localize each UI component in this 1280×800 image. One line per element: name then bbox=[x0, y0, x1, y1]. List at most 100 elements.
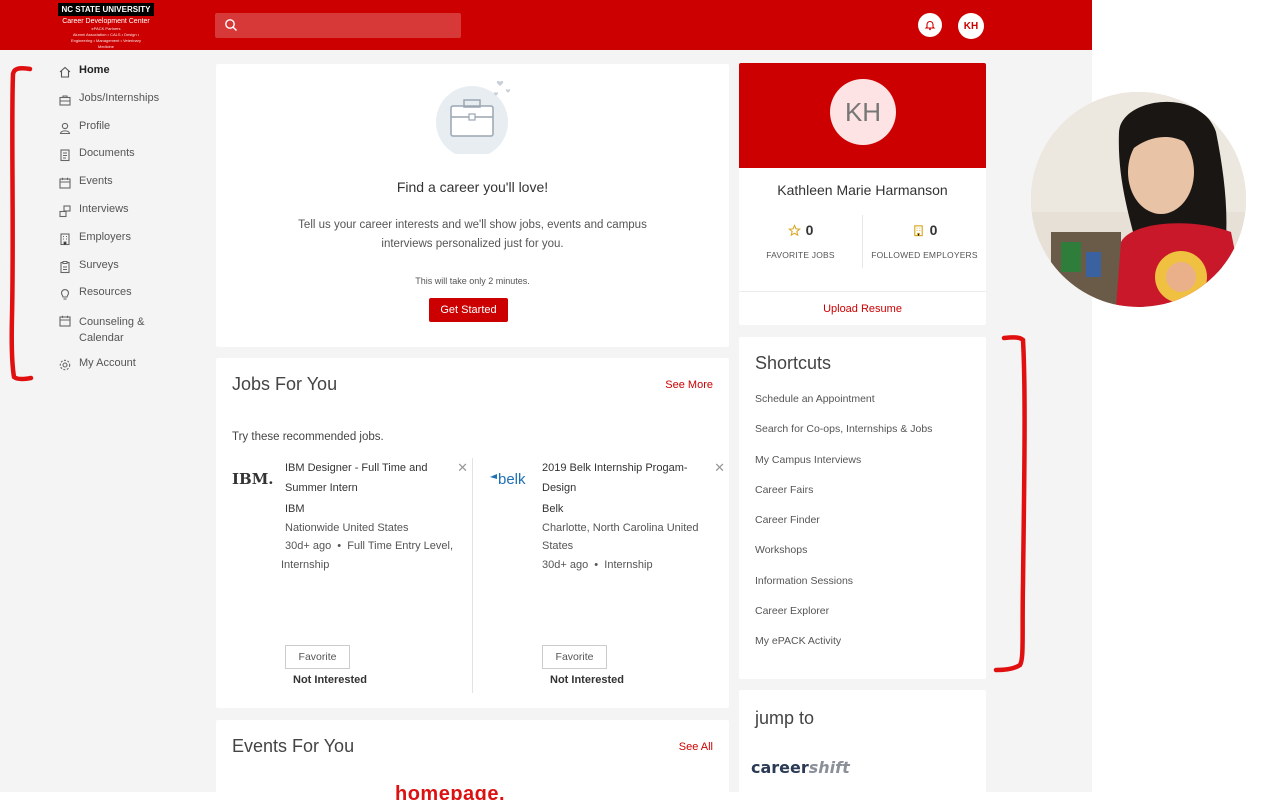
job-posted-type: 30d+ ago • Full Time Entry Level, bbox=[285, 540, 454, 552]
profile-divider bbox=[739, 291, 986, 292]
jobs-for-you-card: Jobs For You See More Try these recommen… bbox=[216, 358, 729, 708]
ncsu-logo[interactable]: NC STATE UNIVERSITY Career Development C… bbox=[58, 3, 154, 49]
bell-icon bbox=[924, 21, 936, 31]
job-meta: IBM Nationwide United States 30d+ ago • … bbox=[281, 500, 465, 574]
jobs-card-title: Jobs For You bbox=[232, 374, 338, 394]
sidebar-item-home[interactable]: Home bbox=[58, 64, 208, 92]
favorite-jobs-count: 0 bbox=[805, 222, 814, 238]
building-icon bbox=[60, 233, 70, 245]
dismiss-job-button[interactable]: ✕ bbox=[714, 460, 725, 476]
lightbulb-icon bbox=[60, 289, 70, 300]
sidebar-item-label: My Account bbox=[79, 357, 136, 370]
person-icon bbox=[59, 122, 71, 134]
sidebar-item-employers[interactable]: Employers bbox=[58, 231, 208, 259]
job-card[interactable]: IBM. ✕ IBM Designer - Full Time and Summ… bbox=[232, 458, 472, 693]
gear-icon bbox=[59, 359, 71, 371]
shortcut-link[interactable]: My ePACK Activity bbox=[755, 635, 932, 665]
notifications-button[interactable] bbox=[918, 13, 942, 37]
events-card-title: Events For You bbox=[232, 736, 355, 756]
sidebar-item-counseling[interactable]: Counseling & Calendar bbox=[58, 314, 208, 357]
shortcut-link[interactable]: My Campus Interviews bbox=[755, 454, 932, 484]
not-interested-button[interactable]: Not Interested bbox=[542, 674, 632, 686]
sidebar-item-label: Home bbox=[79, 64, 110, 76]
see-all-link[interactable]: See All bbox=[679, 741, 713, 753]
sidebar-item-label: Events bbox=[79, 175, 113, 188]
job-location: Nationwide United States bbox=[285, 521, 409, 534]
documents-icon bbox=[60, 149, 70, 162]
sidebar-item-my-account[interactable]: My Account bbox=[58, 357, 208, 385]
top-navigation-bar: NC STATE UNIVERSITY Career Development C… bbox=[0, 0, 1092, 50]
sidebar-item-label: Counseling & Calendar bbox=[79, 314, 144, 346]
followed-employers-label: FOLLOWED EMPLOYERS bbox=[871, 250, 978, 260]
job-card[interactable]: belk ✕ 2019 Belk Internship Progam-Desig… bbox=[489, 458, 729, 693]
sidebar-item-events[interactable]: Events bbox=[58, 175, 208, 203]
shortcut-link[interactable]: Workshops bbox=[755, 544, 932, 574]
search-icon bbox=[225, 19, 237, 31]
sidebar-item-profile[interactable]: Profile bbox=[58, 120, 208, 148]
job-type: Internship bbox=[604, 558, 653, 571]
sidebar-item-label: Jobs/Internships bbox=[79, 91, 160, 104]
followed-employers-stat[interactable]: 0 FOLLOWED EMPLOYERS bbox=[863, 218, 986, 260]
shortcut-link[interactable]: Search for Co-ops, Internships & Jobs bbox=[755, 423, 932, 453]
sidebar-item-label-line2: Calendar bbox=[79, 332, 124, 345]
shortcut-link[interactable]: Career Explorer bbox=[755, 605, 932, 635]
logo-partners-line4: Medicine bbox=[97, 44, 114, 49]
profile-name: Kathleen Marie Harmanson bbox=[777, 182, 948, 198]
shortcut-link[interactable]: Career Finder bbox=[755, 514, 932, 544]
job-company: Belk bbox=[542, 503, 564, 515]
jump-to-title: jump to bbox=[755, 708, 815, 728]
careershift-career: career bbox=[751, 758, 809, 777]
favorite-button[interactable]: Favorite bbox=[285, 645, 350, 669]
shortcuts-title: Shortcuts bbox=[755, 353, 832, 373]
search-input[interactable] bbox=[215, 13, 461, 38]
job-posted: 30d+ ago bbox=[542, 558, 589, 571]
briefcase-illustration-icon bbox=[436, 80, 511, 154]
job-divider bbox=[472, 458, 473, 693]
careershift-link[interactable]: careershift bbox=[751, 758, 850, 777]
sidebar-item-jobs[interactable]: Jobs/Internships bbox=[58, 92, 208, 120]
belk-logo: belk bbox=[490, 471, 526, 488]
sidebar-item-surveys[interactable]: Surveys bbox=[58, 259, 208, 287]
briefcase-icon bbox=[59, 95, 71, 106]
webcam-video-bubble bbox=[1031, 92, 1246, 307]
star-icon bbox=[787, 223, 801, 236]
sidebar-nav: Home Jobs/Internships Profile Documents … bbox=[58, 64, 208, 385]
careershift-shift: shift bbox=[808, 758, 850, 777]
favorite-jobs-stat[interactable]: 0 FAVORITE JOBS bbox=[739, 218, 862, 260]
profile-avatar[interactable]: KH bbox=[830, 79, 896, 145]
logo-center: Career Development Center bbox=[62, 18, 150, 25]
upload-resume-link[interactable]: Upload Resume bbox=[739, 303, 986, 315]
belk-logo-text: belk bbox=[498, 471, 526, 488]
logo-university: NC STATE UNIVERSITY bbox=[58, 3, 154, 16]
ibm-logo-text: IBM. bbox=[232, 470, 274, 488]
shortcut-link[interactable]: Schedule an Appointment bbox=[755, 393, 932, 423]
favorite-jobs-count-row: 0 bbox=[739, 218, 862, 242]
profile-card: KH Kathleen Marie Harmanson 0 FAVORITE J… bbox=[739, 63, 986, 325]
see-more-link[interactable]: See More bbox=[665, 379, 713, 391]
job-type: Full Time Entry Level, bbox=[347, 540, 454, 552]
sidebar-item-label: Surveys bbox=[79, 258, 119, 271]
not-interested-button[interactable]: Not Interested bbox=[285, 674, 375, 686]
sidebar-item-label-line1: Counseling & bbox=[79, 316, 145, 329]
sidebar-item-resources[interactable]: Resources bbox=[58, 286, 208, 314]
sidebar-item-label: Profile bbox=[79, 119, 111, 132]
webcam-image bbox=[1031, 92, 1246, 307]
sidebar-item-interviews[interactable]: Interviews bbox=[58, 203, 208, 231]
favorite-button[interactable]: Favorite bbox=[542, 645, 607, 669]
sidebar-item-documents[interactable]: Documents bbox=[58, 147, 208, 175]
job-title[interactable]: IBM Designer - Full Time and Summer Inte… bbox=[285, 458, 440, 498]
calendar-icon bbox=[59, 177, 71, 189]
career-interests-card: Find a career you'll love! Tell us your … bbox=[216, 64, 729, 347]
hero-title: Find a career you'll love! bbox=[396, 179, 549, 195]
annotation-text: homepage. bbox=[395, 783, 506, 800]
shortcut-link[interactable]: Career Fairs bbox=[755, 484, 932, 514]
dismiss-job-button[interactable]: ✕ bbox=[457, 460, 468, 476]
home-icon bbox=[59, 66, 71, 78]
job-title[interactable]: 2019 Belk Internship Progam-Design bbox=[542, 458, 697, 498]
user-avatar[interactable]: KH bbox=[958, 13, 984, 39]
ibm-logo: IBM. bbox=[232, 470, 274, 488]
annotation-bracket-left bbox=[9, 66, 34, 382]
interviews-icon bbox=[59, 205, 71, 218]
shortcut-link[interactable]: Information Sessions bbox=[755, 575, 932, 605]
get-started-button[interactable]: Get Started bbox=[429, 298, 508, 322]
